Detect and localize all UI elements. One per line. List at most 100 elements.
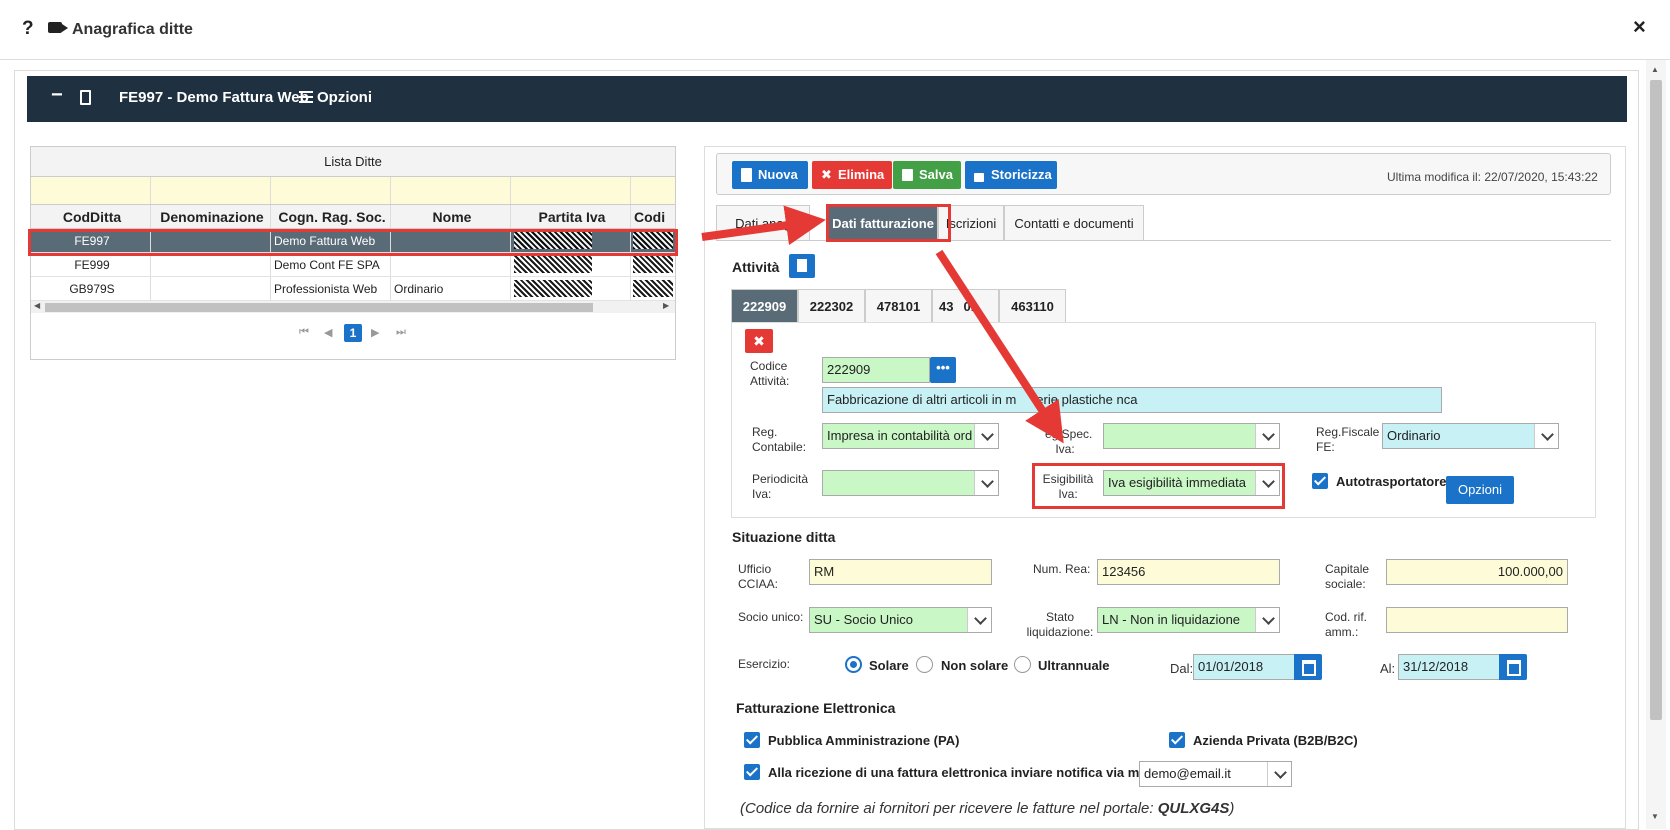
company-title[interactable]: FE997 - Demo Fattura Web — [119, 89, 309, 106]
floppy-icon — [902, 169, 913, 181]
tab-dati-anagrafici[interactable]: Dati anag — [716, 205, 810, 240]
col-cognome[interactable]: Cogn. Rag. Soc. — [271, 205, 391, 228]
dal-label: Dal: — [1170, 661, 1194, 676]
close-icon[interactable]: × — [1633, 14, 1646, 40]
b2b-checkbox[interactable] — [1169, 732, 1185, 748]
grid-caption: Lista Ditte — [31, 147, 675, 177]
radio-solare[interactable] — [845, 656, 862, 673]
attivita-tab[interactable]: 463110 — [999, 289, 1066, 322]
reg-fiscale-select[interactable]: Ordinario — [1382, 423, 1559, 449]
radio-ultrannuale[interactable] — [1014, 656, 1031, 673]
fe-title: Fatturazione Elettronica — [736, 700, 896, 716]
ufficio-field[interactable]: RM — [809, 559, 992, 585]
historicize-button[interactable]: Storicizza — [965, 161, 1057, 189]
codrif-field[interactable] — [1386, 607, 1568, 633]
highlight-esigibilita-box — [1032, 463, 1285, 509]
col-partita-iva[interactable]: Partita Iva — [511, 205, 631, 228]
calendar-icon[interactable] — [1499, 654, 1527, 680]
cell-cognome: Professionista Web — [271, 277, 391, 300]
collapse-icon[interactable]: − — [51, 84, 63, 107]
reg-contabile-select[interactable]: Impresa in contabilità ord — [822, 423, 999, 449]
col-denominazione[interactable]: Denominazione — [151, 205, 271, 228]
ufficio-label: Ufficio CCIAA: — [738, 562, 779, 591]
opzioni-button[interactable]: Opzioni — [1446, 476, 1514, 504]
notifica-checkbox[interactable] — [744, 764, 760, 780]
vertical-scrollbar[interactable]: ▲ ▼ — [1646, 60, 1666, 829]
cell-coddita: FE999 — [31, 253, 151, 276]
col-codice[interactable]: Codi — [631, 205, 675, 228]
cell-partita-iva — [511, 253, 631, 276]
file-icon — [797, 259, 807, 272]
scrollbar-thumb[interactable] — [1650, 80, 1662, 720]
lookup-button[interactable]: ••• — [930, 357, 956, 383]
calendar-icon[interactable] — [1294, 654, 1322, 680]
scroll-down-icon[interactable]: ▼ — [1651, 812, 1659, 821]
x-icon: ✖ — [821, 167, 832, 182]
codrif-label: Cod. rif. amm.: — [1325, 610, 1368, 639]
filter-cell[interactable] — [31, 177, 151, 204]
stato-select[interactable]: LN - Non in liquidazione — [1097, 607, 1280, 633]
attivita-tab[interactable]: 222909 — [731, 289, 798, 322]
col-nome[interactable]: Nome — [391, 205, 511, 228]
filter-cell[interactable] — [391, 177, 511, 204]
delete-attivita-button[interactable]: ✖ — [745, 329, 773, 353]
periodicita-select[interactable] — [822, 470, 999, 496]
tab-contatti-documenti[interactable]: Contatti e documenti — [1004, 205, 1144, 240]
socio-select[interactable]: SU - Socio Unico — [809, 607, 992, 633]
cell-partita-iva — [511, 277, 631, 300]
dal-date-field[interactable]: 01/01/2018 — [1193, 654, 1295, 680]
filter-cell[interactable] — [511, 177, 631, 204]
codice-attivita-field[interactable]: 222909 — [822, 357, 930, 383]
next-page-icon[interactable]: ▶ — [371, 326, 379, 339]
table-row[interactable]: GB979S Professionista Web Ordinario — [31, 277, 675, 301]
ellipsis-icon: ••• — [936, 360, 950, 375]
highlight-row-box — [28, 229, 678, 256]
ultrannuale-label: Ultrannuale — [1038, 658, 1110, 673]
filter-cell[interactable] — [271, 177, 391, 204]
prev-page-icon[interactable]: ◀ — [324, 326, 332, 339]
scroll-right-icon[interactable]: ▶ — [663, 301, 669, 310]
email-select[interactable]: demo@email.it — [1139, 761, 1292, 787]
attivita-tab[interactable]: 43 01 — [932, 289, 999, 322]
help-icon[interactable]: ? — [22, 18, 34, 40]
sliders-icon — [299, 91, 313, 103]
radio-non-solare[interactable] — [916, 656, 933, 673]
non-solare-label: Non solare — [941, 658, 1009, 673]
autotrasportatore-checkbox[interactable] — [1312, 473, 1328, 489]
attivita-tab[interactable]: 478101 — [865, 289, 932, 322]
horizontal-scrollbar[interactable]: ◀ ▶ — [31, 301, 675, 313]
first-page-icon[interactable]: ⏮ — [299, 326, 309, 339]
new-button[interactable]: Nuova — [732, 161, 808, 189]
codice-destinatario-note: (Codice da fornire ai fornitori per rice… — [740, 800, 1235, 817]
reg-spec-iva-select[interactable] — [1103, 423, 1280, 449]
notifica-label: Alla ricezione di una fattura elettronic… — [768, 765, 1165, 780]
chevron-down-icon — [1534, 424, 1558, 448]
scroll-up-icon[interactable]: ▲ — [1651, 65, 1659, 74]
save-button[interactable]: Salva — [893, 161, 961, 189]
window-title: Anagrafica ditte — [72, 21, 193, 38]
options-menu[interactable]: Opzioni — [317, 89, 372, 106]
filter-cell[interactable] — [631, 177, 675, 204]
col-coddita[interactable]: CodDitta — [31, 205, 151, 228]
current-page[interactable]: 1 — [344, 324, 362, 342]
scroll-left-icon[interactable]: ◀ — [34, 301, 40, 310]
descrizione-attivita-field[interactable]: Fabbricazione di altri articoli in m erie… — [822, 387, 1442, 413]
capitale-field[interactable]: 100.000,00 — [1386, 559, 1568, 585]
add-attivita-button[interactable] — [789, 254, 815, 278]
rea-field[interactable]: 123456 — [1097, 559, 1280, 585]
table-row[interactable]: FE999 Demo Cont FE SPA — [31, 253, 675, 277]
al-date-field[interactable]: 31/12/2018 — [1398, 654, 1500, 680]
delete-button[interactable]: ✖ Elimina — [812, 161, 892, 189]
pa-checkbox[interactable] — [744, 732, 760, 748]
situazione-title: Situazione ditta — [732, 529, 836, 545]
filter-row[interactable] — [31, 177, 675, 205]
periodicita-label: Periodicità Iva: — [752, 472, 809, 501]
esercizio-label: Esercizio: — [738, 657, 791, 671]
scrollbar-thumb[interactable] — [45, 303, 593, 312]
filter-cell[interactable] — [151, 177, 271, 204]
chevron-down-icon — [1255, 608, 1279, 632]
chevron-down-icon — [967, 608, 991, 632]
last-page-icon[interactable]: ⏭ — [396, 326, 406, 339]
last-modified: Ultima modifica il: 22/07/2020, 15:43:22 — [1387, 170, 1598, 184]
attivita-tab[interactable]: 222302 — [798, 289, 865, 322]
